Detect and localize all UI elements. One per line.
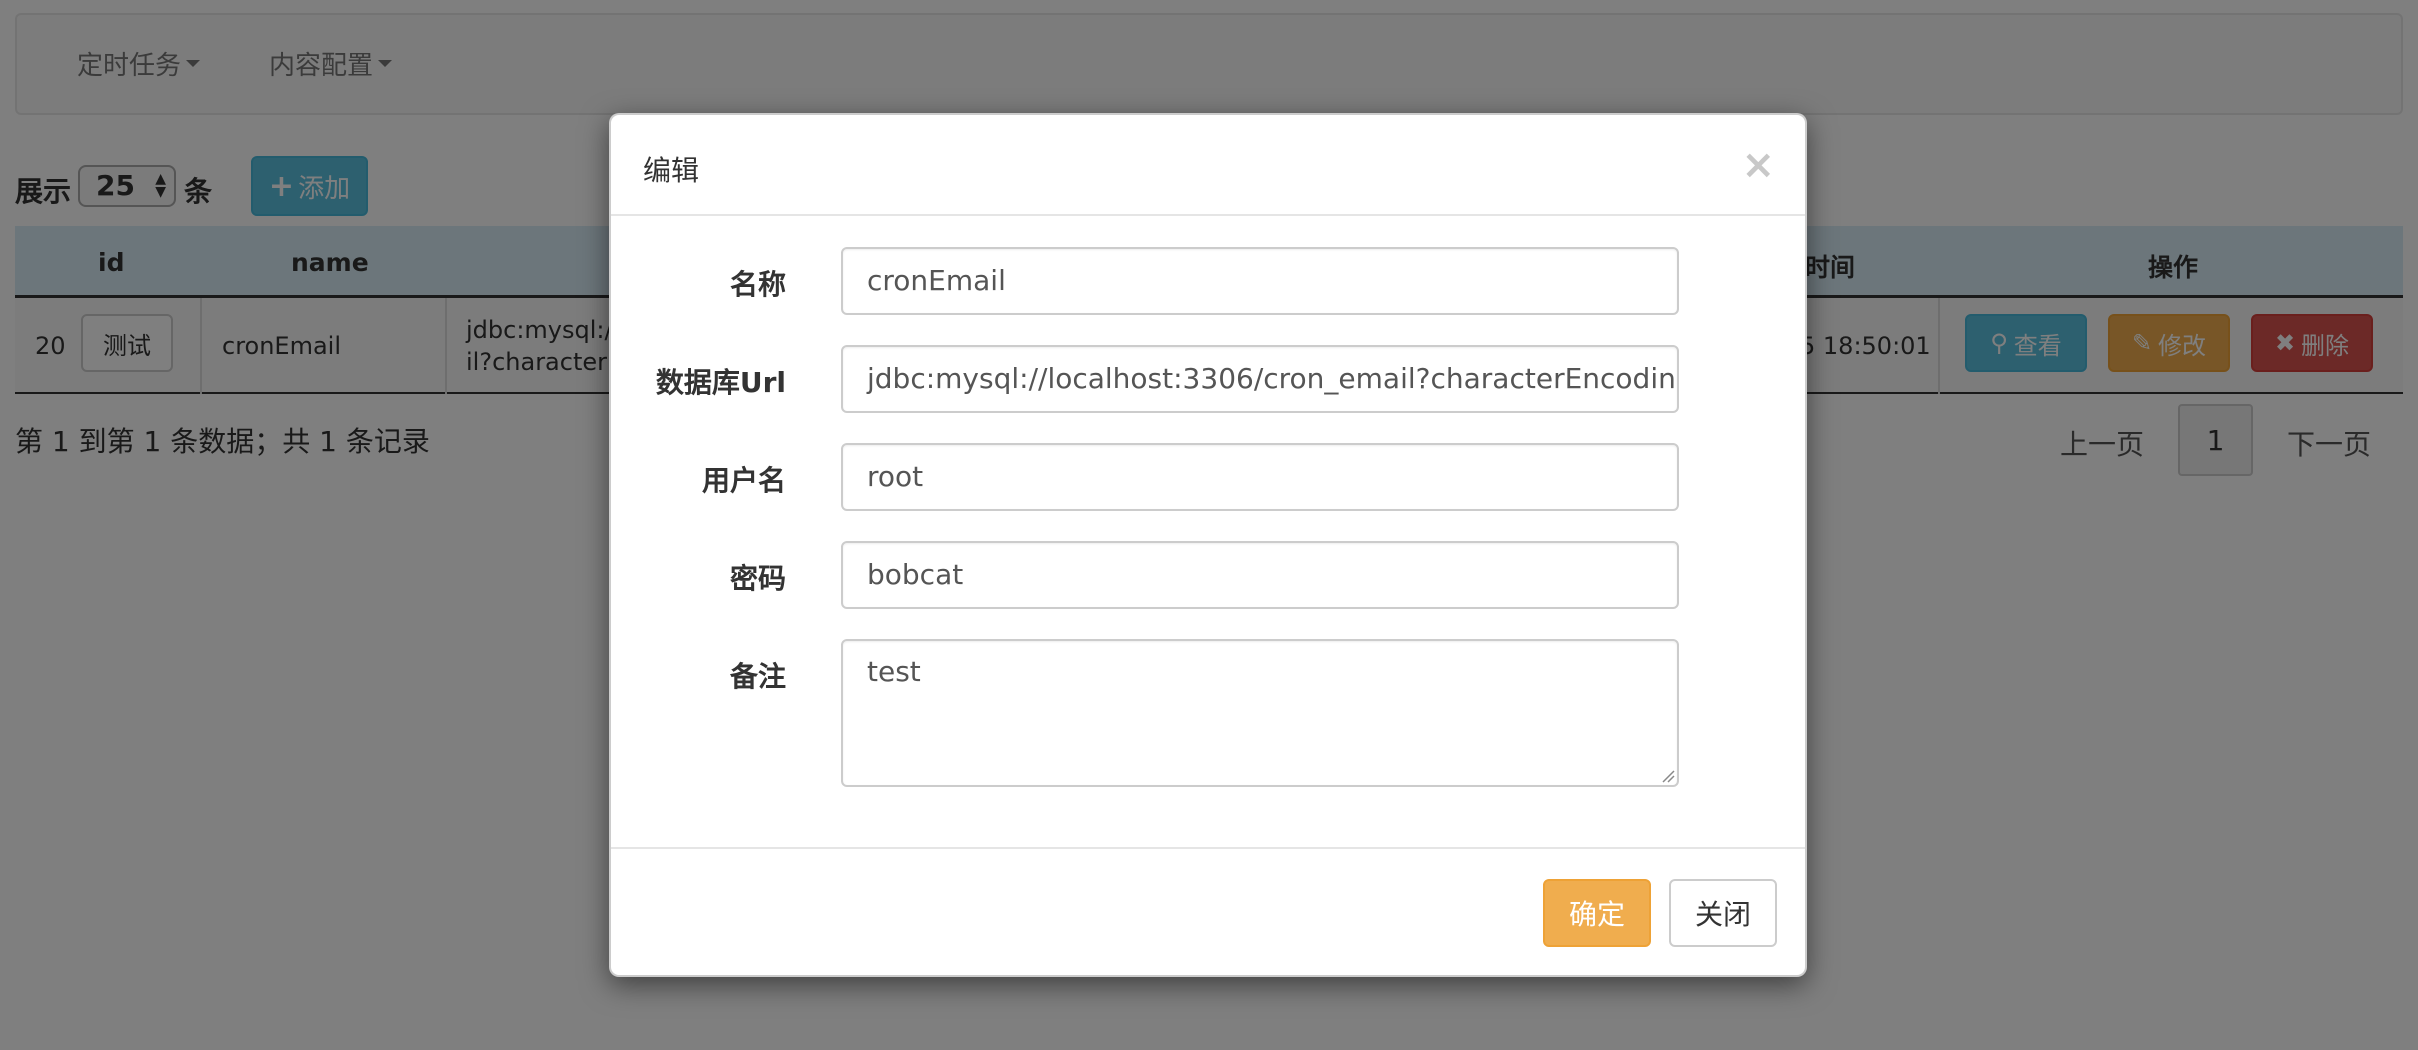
remark-label: 备注	[729, 660, 786, 693]
db-url-label: 数据库Url	[655, 366, 786, 399]
close-icon[interactable]: ×	[1741, 145, 1775, 185]
db-url-input[interactable]: jdbc:mysql://localhost:3306/cron_email?c…	[841, 345, 1679, 413]
edit-modal: 编辑 × 名称 cronEmail 数据库Url jdbc:mysql://lo…	[609, 113, 1807, 977]
username-label: 用户名	[701, 464, 786, 497]
remark-text: test	[867, 655, 921, 688]
confirm-button[interactable]: 确定	[1543, 879, 1651, 947]
modal-header: 编辑 ×	[611, 115, 1805, 216]
password-input[interactable]: bobcat	[841, 541, 1679, 609]
resize-handle-icon[interactable]	[1661, 769, 1675, 783]
username-input[interactable]: root	[841, 443, 1679, 511]
remark-textarea[interactable]: test	[841, 639, 1679, 787]
modal-title: 编辑	[643, 154, 700, 187]
password-label: 密码	[729, 562, 786, 595]
name-label: 名称	[729, 268, 786, 301]
close-button[interactable]: 关闭	[1669, 879, 1777, 947]
modal-footer-divider	[611, 847, 1805, 849]
name-input[interactable]: cronEmail	[841, 247, 1679, 315]
